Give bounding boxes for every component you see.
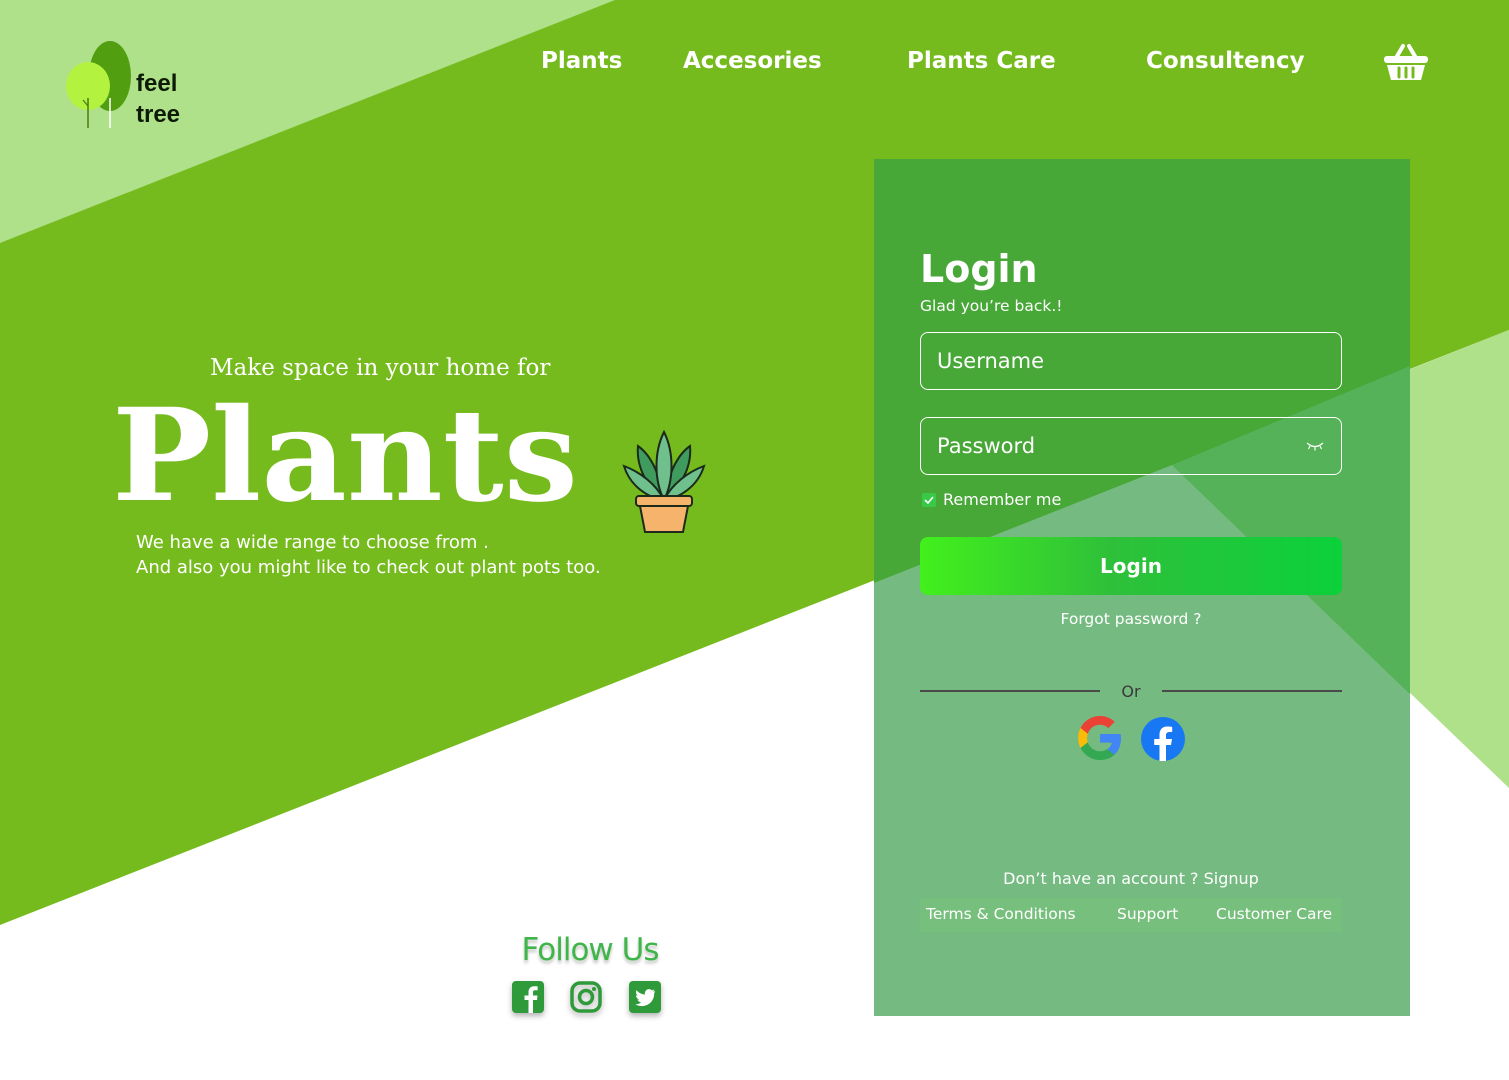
nav-plants[interactable]: Plants <box>541 48 622 74</box>
hero-description: We have a wide range to choose from . An… <box>136 530 601 580</box>
forgot-password-link[interactable]: Forgot password ? <box>920 610 1342 628</box>
signup-link[interactable]: Don’t have an account ? Signup <box>920 869 1342 888</box>
login-title: Login <box>920 247 1038 291</box>
or-label: Or <box>1121 682 1141 701</box>
google-icon[interactable] <box>1077 715 1123 761</box>
brand-line-1: feel <box>136 70 178 97</box>
hero-desc-line-1: We have a wide range to choose from . <box>136 532 489 553</box>
logo <box>66 41 131 128</box>
nav-accesories[interactable]: Accesories <box>683 48 822 74</box>
brand-line-2: tree <box>136 101 181 128</box>
follow-us-title: Follow Us <box>521 932 660 968</box>
nav-plants-care[interactable]: Plants Care <box>907 48 1056 74</box>
brand-name: feel tree <box>136 68 180 130</box>
customer-care-link[interactable]: Customer Care <box>1216 905 1332 923</box>
checkbox-checked-icon[interactable] <box>922 492 936 507</box>
twitter-icon[interactable] <box>629 981 661 1013</box>
hero-subtitle: Make space in your home for <box>210 355 551 381</box>
remember-me-label: Remember me <box>943 490 1062 509</box>
divider-left <box>920 690 1100 692</box>
terms-conditions-link[interactable]: Terms & Conditions <box>926 905 1076 923</box>
hero-title-text: Plants <box>112 381 578 520</box>
footer-links: Terms & Conditions Support Customer Care <box>920 898 1342 932</box>
divider-right <box>1162 690 1342 692</box>
hero-desc-line-2: And also you might like to check out pla… <box>136 557 601 578</box>
username-input[interactable] <box>920 332 1342 390</box>
hero-title: Plants <box>112 381 578 520</box>
eye-closed-icon[interactable] <box>1306 440 1324 452</box>
login-subtitle: Glad you’re back.! <box>920 297 1063 315</box>
basket-icon[interactable] <box>1382 42 1430 82</box>
login-panel: Login Glad you’re back.! Remember me Log… <box>874 159 1410 1016</box>
potted-plant-icon <box>622 429 706 533</box>
support-link[interactable]: Support <box>1117 905 1178 923</box>
nav-consultency[interactable]: Consultency <box>1146 48 1305 74</box>
facebook-icon[interactable] <box>512 981 544 1013</box>
instagram-icon[interactable] <box>570 981 602 1013</box>
login-button[interactable]: Login <box>920 537 1342 595</box>
password-input[interactable] <box>920 417 1342 475</box>
remember-me-checkbox[interactable]: Remember me <box>922 490 1061 509</box>
facebook-round-icon[interactable] <box>1140 716 1186 762</box>
